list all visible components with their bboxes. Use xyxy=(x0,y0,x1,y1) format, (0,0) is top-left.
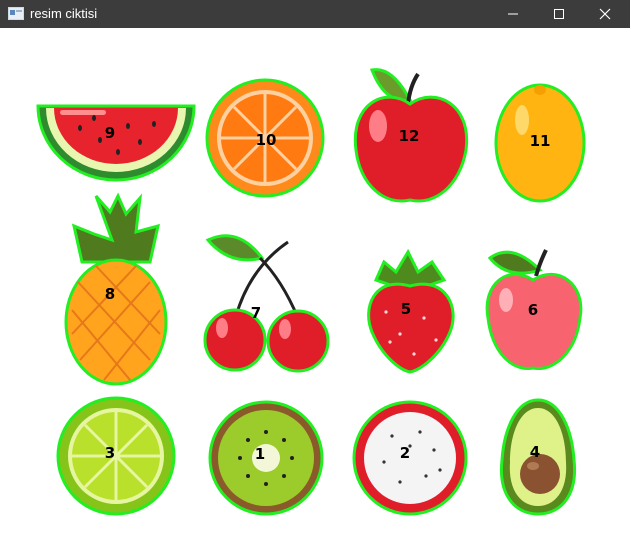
fruit-label: 6 xyxy=(528,301,538,319)
title-bar[interactable]: resim ciktisi xyxy=(0,0,630,28)
strawberry: 5 xyxy=(367,248,455,374)
pineapple: 8 xyxy=(64,192,168,386)
lemon: 11 xyxy=(494,83,586,203)
fruit-label: 1 xyxy=(255,445,265,463)
pink-apple: 6 xyxy=(485,249,583,370)
fruit-label: 8 xyxy=(105,285,115,303)
watermelon-slice: 9 xyxy=(36,104,196,182)
fruit-label: 9 xyxy=(105,124,115,142)
fruit-label: 11 xyxy=(530,132,551,150)
lime-slice: 3 xyxy=(56,396,176,516)
fruit-image: 9 10 12 11 8 7 5 6 3 1 2 4 xyxy=(36,68,586,516)
dragon-fruit-slice: 2 xyxy=(352,400,468,516)
fruit-label: 3 xyxy=(105,444,115,462)
close-icon xyxy=(599,8,611,20)
avocado-half: 4 xyxy=(499,398,577,516)
app-window-icon xyxy=(8,7,24,20)
fruit-label: 10 xyxy=(256,131,277,149)
minimize-button[interactable] xyxy=(490,0,536,28)
cherry: 7 xyxy=(203,234,330,373)
window-title: resim ciktisi xyxy=(30,6,98,21)
fruit-label: 7 xyxy=(251,304,261,322)
maximize-icon xyxy=(554,9,564,19)
image-viewer-window: resim ciktisi 9 10 12 11 8 7 5 6 3 1 2 4 xyxy=(0,0,630,558)
maximize-button[interactable] xyxy=(536,0,582,28)
image-canvas: 9 10 12 11 8 7 5 6 3 1 2 4 xyxy=(0,28,630,558)
orange-slice: 10 xyxy=(205,78,325,198)
minimize-icon xyxy=(508,13,518,15)
red-apple: 12 xyxy=(353,68,469,203)
fruit-label: 12 xyxy=(399,127,420,145)
fruit-label: 4 xyxy=(530,443,540,461)
fruit-label: 2 xyxy=(400,444,410,462)
kiwi-slice: 1 xyxy=(208,400,324,516)
close-button[interactable] xyxy=(582,0,628,28)
fruit-label: 5 xyxy=(401,300,411,318)
